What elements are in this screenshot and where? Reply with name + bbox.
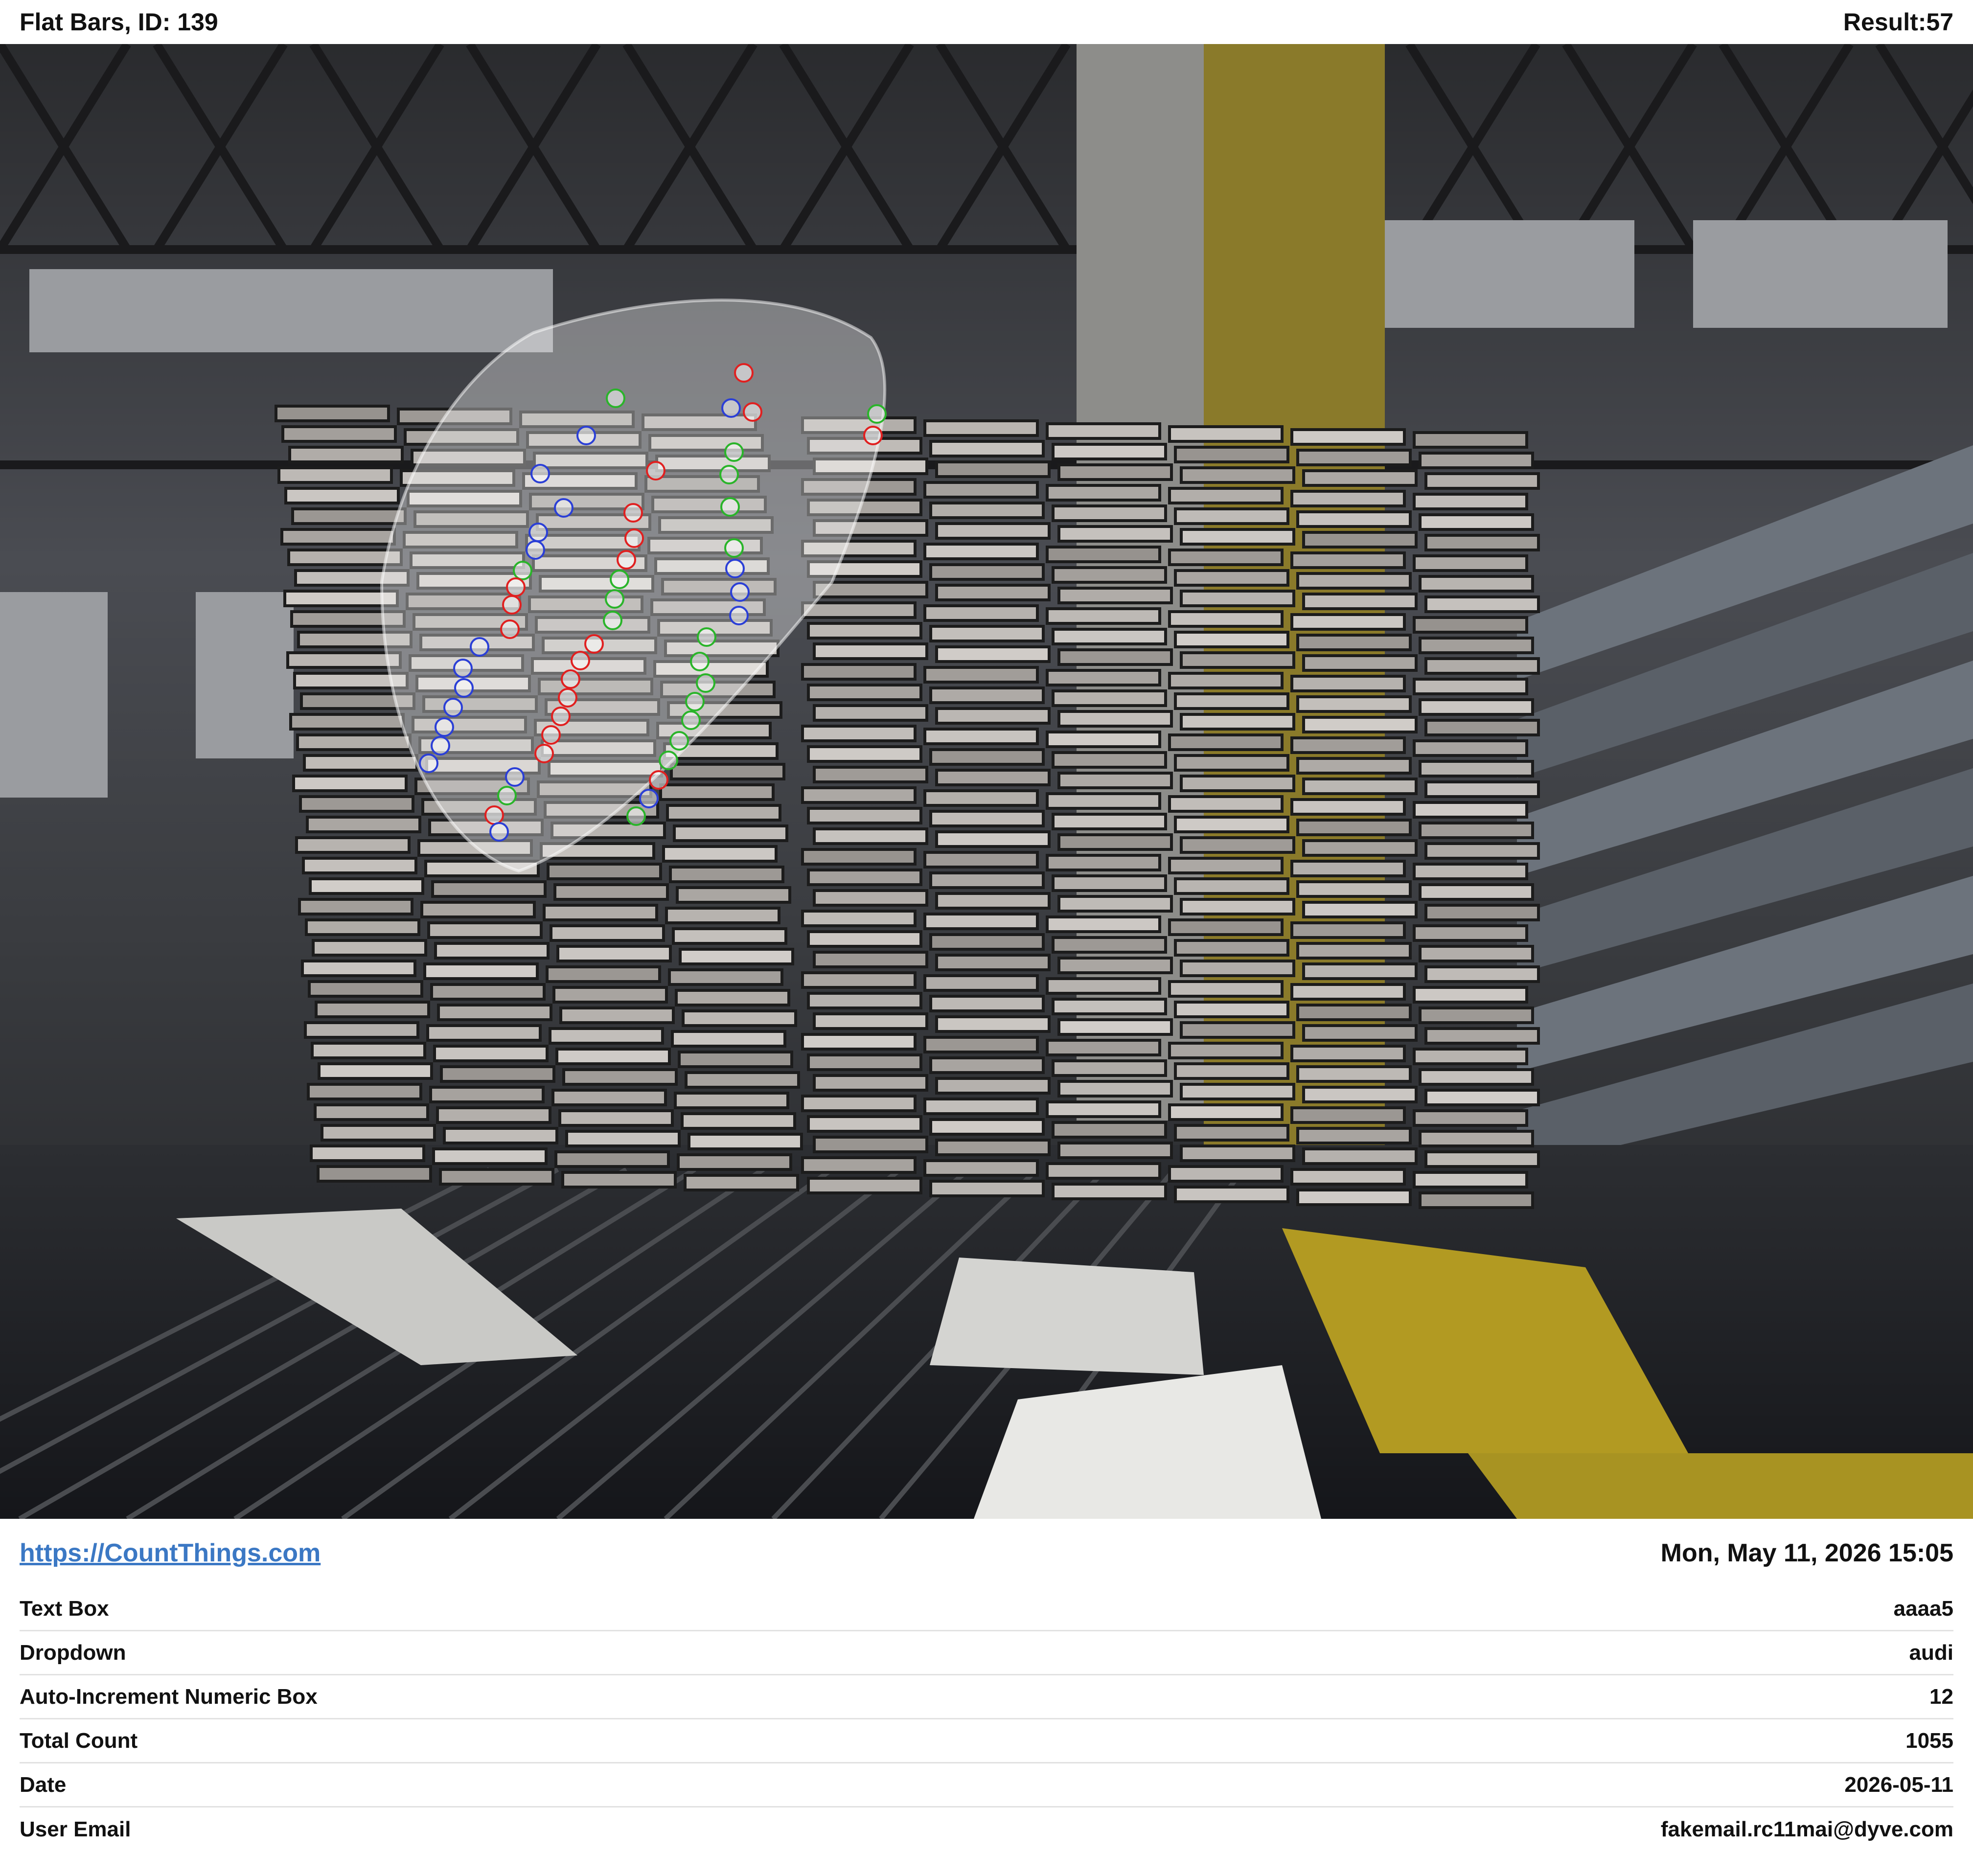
flat-bars-photo	[0, 44, 1973, 1519]
result-count: Result:57	[1843, 8, 1953, 36]
field-label: Date	[20, 1772, 67, 1797]
report-footer: https://CountThings.com Mon, May 11, 202…	[0, 1519, 1973, 1587]
report-title: Flat Bars, ID: 139	[20, 8, 218, 36]
field-value: audi	[1909, 1640, 1953, 1665]
fields-table: Text Box aaaa5 Dropdown audi Auto-Increm…	[20, 1587, 1953, 1852]
countthings-link[interactable]: https://CountThings.com	[20, 1538, 321, 1568]
field-value: 1055	[1905, 1728, 1953, 1753]
field-label: Auto-Increment Numeric Box	[20, 1684, 318, 1709]
field-value: 12	[1929, 1684, 1953, 1709]
field-row-text-box: Text Box aaaa5	[20, 1587, 1953, 1631]
photo-area	[0, 44, 1973, 1519]
field-row-total-count: Total Count 1055	[20, 1719, 1953, 1763]
field-row-user-email: User Email fakemail.rc11mai@dyve.com	[20, 1807, 1953, 1852]
field-value: aaaa5	[1893, 1596, 1953, 1621]
field-row-auto-increment: Auto-Increment Numeric Box 12	[20, 1675, 1953, 1719]
field-row-date: Date 2026-05-11	[20, 1763, 1953, 1807]
field-label: Total Count	[20, 1728, 138, 1753]
field-row-dropdown: Dropdown audi	[20, 1631, 1953, 1675]
field-value: fakemail.rc11mai@dyve.com	[1660, 1817, 1953, 1841]
field-label: Text Box	[20, 1596, 109, 1621]
field-value: 2026-05-11	[1844, 1772, 1953, 1797]
report-timestamp: Mon, May 11, 2026 15:05	[1660, 1539, 1953, 1567]
report-header: Flat Bars, ID: 139 Result:57	[0, 0, 1973, 44]
field-label: User Email	[20, 1817, 131, 1841]
field-label: Dropdown	[20, 1640, 126, 1665]
